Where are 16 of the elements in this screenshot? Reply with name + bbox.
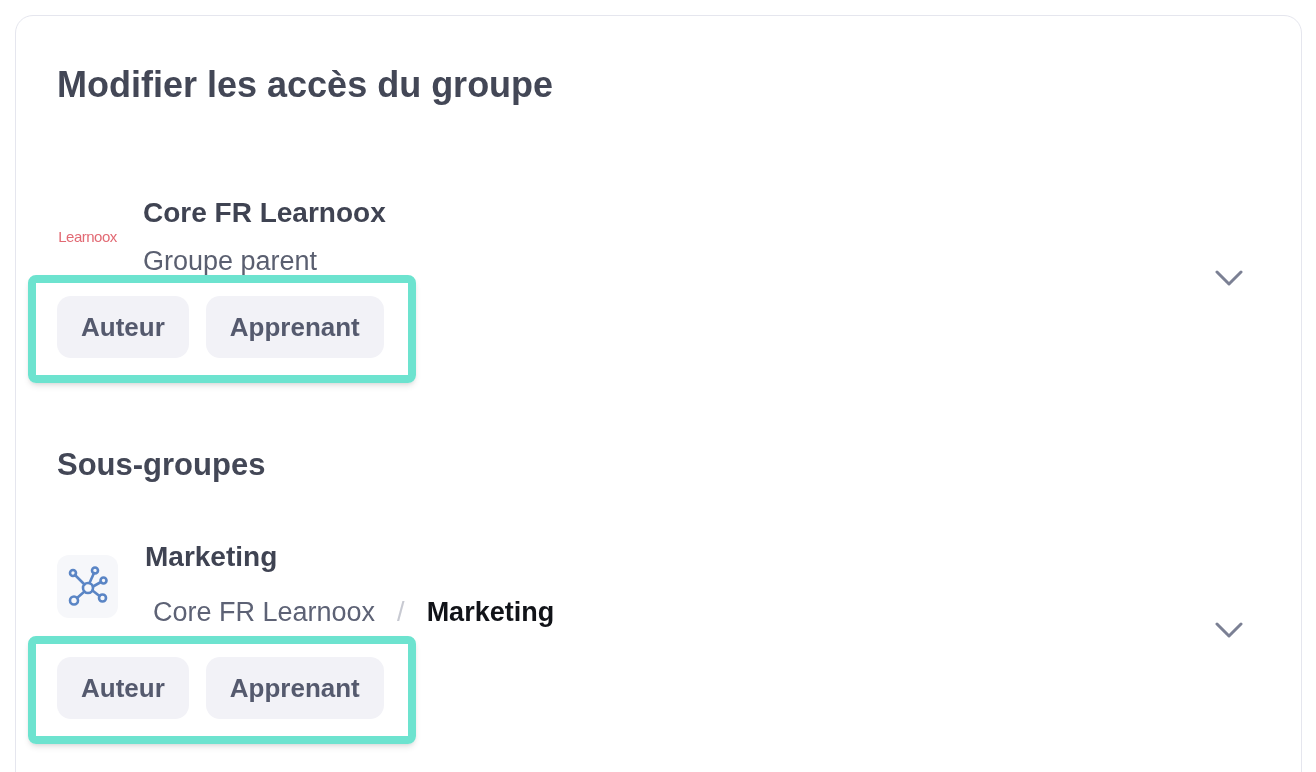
group-name: Marketing <box>145 541 278 573</box>
role-button[interactable]: Apprenant <box>205 296 384 358</box>
section-heading: Sous-groupes <box>57 447 266 483</box>
chevron-down-icon[interactable] <box>1215 622 1243 638</box>
role-button[interactable]: Auteur <box>57 296 189 358</box>
brand-logo: Learnoox <box>58 228 117 246</box>
network-icon <box>57 555 118 618</box>
group-name: Core FR Learnoox <box>143 197 386 229</box>
breadcrumb-separator: / <box>397 596 405 629</box>
role-button[interactable]: Auteur <box>57 657 189 719</box>
group-subtitle: Groupe parent <box>143 245 318 277</box>
breadcrumb-item[interactable]: Core FR Learnoox <box>153 592 376 632</box>
page-title: Modifier les accès du groupe <box>57 65 554 105</box>
chevron-down-icon[interactable] <box>1215 269 1243 286</box>
breadcrumb-item: Marketing <box>426 596 555 629</box>
role-button[interactable]: Apprenant <box>205 657 384 719</box>
